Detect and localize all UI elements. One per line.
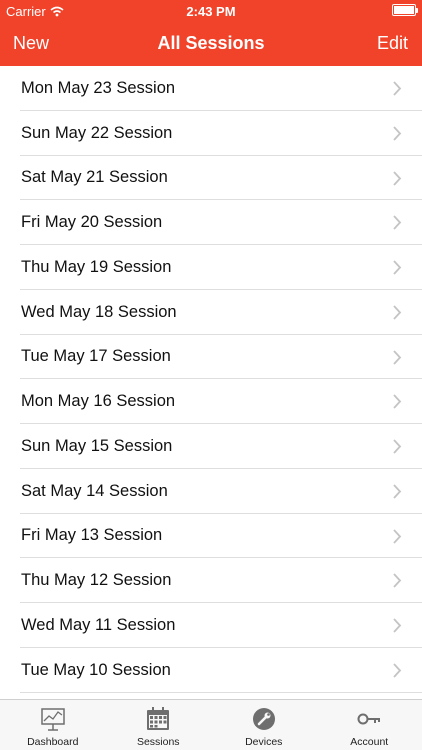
session-label: Tue May 10 Session [21,660,171,679]
header: Carrier 2:43 PM New All Sessions Edit [0,0,422,66]
session-label: Mon May 16 Session [21,392,176,411]
session-label: Sat May 14 Session [21,481,168,500]
chevron-right-icon [393,528,402,544]
session-row[interactable]: Sat May 21 Session [0,156,422,201]
session-label: Thu May 12 Session [21,571,172,590]
session-row[interactable]: Wed May 18 Session [0,290,422,335]
tab-label: Devices [245,736,283,748]
session-row[interactable]: Sun May 15 Session [0,424,422,469]
tab-sessions[interactable]: Sessions [106,700,212,750]
chevron-right-icon [393,618,402,633]
calendar-icon [147,707,170,730]
session-label: Thu May 19 Session [21,257,172,276]
session-row[interactable]: Fri May 13 Session [0,514,422,559]
chevron-right-icon [393,394,402,409]
chevron-right-icon [393,81,402,96]
session-row[interactable]: Sat May 14 Session [0,469,422,514]
session-label: Fri May 20 Session [21,213,163,232]
session-row[interactable]: Mon May 23 Session [0,66,422,111]
dashboard-chart-icon [41,708,65,731]
app-screen: Carrier 2:43 PM New All Sessions Edit Mo… [0,0,422,750]
tab-label: Dashboard [27,736,79,748]
chevron-right-icon [393,305,402,320]
session-list: Mon May 23 Session Sun May 22 Session Sat … [0,66,422,699]
chevron-right-icon [393,573,402,588]
chevron-right-icon [393,439,402,454]
chevron-right-icon [393,215,402,230]
tab-account[interactable]: Account [317,700,422,750]
status-time: 2:43 PM [186,4,236,19]
session-row[interactable]: Wed May 11 Session [0,603,422,648]
tab-label: Account [350,736,389,748]
session-label: Sun May 15 Session [21,436,173,455]
chevron-right-icon [393,126,402,141]
chevron-right-icon [393,484,402,499]
session-label: Tue May 17 Session [21,347,171,366]
session-label: Fri May 13 Session [21,526,163,545]
session-row[interactable]: Mon May 16 Session [0,379,422,424]
tab-bar: Dashboard Sessions Devices Account [0,699,422,750]
session-label: Wed May 18 Session [21,302,177,321]
session-row[interactable]: Fri May 20 Session [0,200,422,245]
nav-bar: New All Sessions Edit [0,22,422,66]
session-label: Wed May 11 Session [21,615,176,634]
tab-dashboard[interactable]: Dashboard [0,700,106,750]
chevron-right-icon [393,349,402,365]
session-row[interactable]: Sun May 22 Session [0,111,422,156]
key-icon [357,713,381,725]
session-row[interactable]: Thu May 12 Session [0,558,422,603]
tab-devices[interactable]: Devices [211,700,317,750]
page-title: All Sessions [157,33,265,53]
session-row[interactable]: Tue May 17 Session [0,335,422,380]
wrench-icon [252,708,275,730]
chevron-right-icon [393,663,402,678]
tab-label: Sessions [136,736,180,748]
session-label: Mon May 23 Session [21,78,176,97]
session-row[interactable]: Tue May 10 Session [0,648,422,693]
status-bar: Carrier 2:43 PM [0,0,422,22]
battery-icon [392,4,418,16]
chevron-right-icon [393,260,402,275]
chevron-right-icon [393,170,402,186]
edit-button[interactable]: Edit [377,33,408,54]
session-label: Sat May 21 Session [21,168,168,187]
session-row[interactable]: Thu May 19 Session [0,245,422,290]
session-label: Sun May 22 Session [21,123,173,142]
